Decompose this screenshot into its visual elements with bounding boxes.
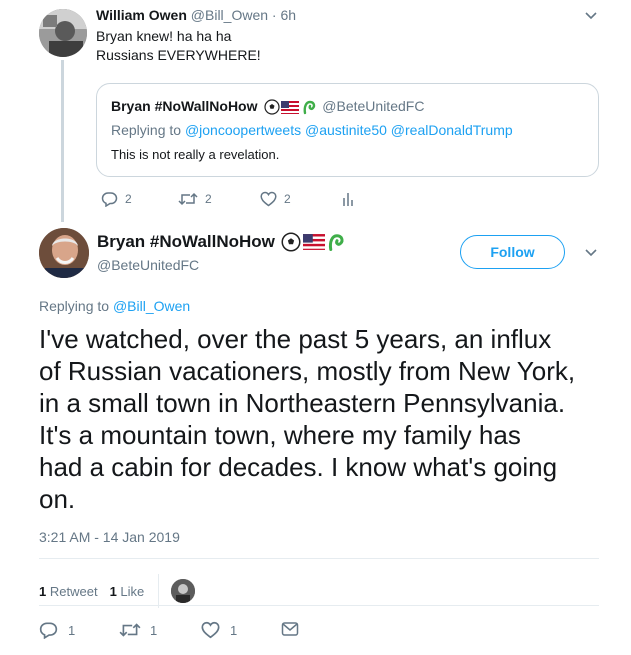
avatar[interactable] <box>39 228 89 278</box>
retweet-icon <box>119 623 141 637</box>
replying-label: Replying to <box>111 122 182 138</box>
like-icon <box>260 191 277 207</box>
tweet-text-line: had a cabin for decades. I know what's g… <box>39 452 558 482</box>
analytics-button[interactable] <box>341 191 355 207</box>
tweet-text-line: in a small town in Northeastern Pennsylv… <box>39 388 566 418</box>
like-button[interactable]: 1 <box>201 621 237 639</box>
tweet-time[interactable]: · 6h <box>272 7 296 23</box>
green-logo-icon <box>303 101 316 115</box>
reply-count: 1 <box>68 622 76 638</box>
analytics-icon <box>343 193 353 206</box>
retweet-stat[interactable]: 1 Retweet <box>39 584 98 599</box>
divider <box>158 574 160 608</box>
retweet-count: 1 <box>150 622 158 638</box>
tweet-text: Bryan knew! ha ha ha Russians EVERYWHERE… <box>96 27 261 65</box>
tweet-text-line: on. <box>39 484 76 514</box>
avatar[interactable] <box>39 9 87 57</box>
retweet-stat-label: Retweet <box>49 583 98 599</box>
quoted-tweet-header: Bryan #NoWallNoHow @BeteUnitedFC <box>111 98 424 115</box>
tweet-text-line: Russians EVERYWHERE! <box>96 47 261 63</box>
like-icon <box>201 621 220 639</box>
like-stat-label: Like <box>120 583 145 599</box>
author-handle[interactable]: @Bill_Owen <box>191 7 268 23</box>
replying-to-handle[interactable]: @Bill_Owen <box>113 298 190 314</box>
direct-message-button[interactable] <box>281 621 299 637</box>
thread-line <box>61 60 64 222</box>
retweet-button[interactable]: 2 <box>178 191 212 207</box>
chevron-down-icon[interactable] <box>585 249 597 257</box>
like-button[interactable]: 2 <box>260 191 291 207</box>
reply-button[interactable]: 1 <box>39 621 75 639</box>
replying-to: Replying to @Bill_Owen <box>39 298 190 314</box>
quoted-replying-to: Replying to @joncoopertweets @austinite5… <box>111 122 513 138</box>
us-flag-icon <box>302 234 325 250</box>
like-stat[interactable]: 1 Like <box>110 584 145 599</box>
retweet-icon <box>178 192 198 206</box>
chevron-down-icon[interactable] <box>585 12 597 20</box>
liker-avatar[interactable] <box>171 579 196 603</box>
retweet-count: 2 <box>205 192 212 206</box>
author-handle[interactable]: @BeteUnitedFC <box>97 257 199 273</box>
divider <box>39 558 599 559</box>
tweet-text-line: of Russian vacationers, mostly from New … <box>39 356 576 386</box>
tweet-header: William Owen @Bill_Owen · 6h <box>96 7 296 23</box>
follow-button[interactable]: Follow <box>460 235 565 269</box>
retweet-stat-count: 1 <box>39 583 47 599</box>
tweet-text-line: I've watched, over the past 5 years, an … <box>39 324 552 354</box>
like-stat-count: 1 <box>109 583 117 599</box>
reply-count: 2 <box>125 192 132 206</box>
reply-button[interactable]: 2 <box>101 191 132 207</box>
tweet-timestamp[interactable]: 3:21 AM - 14 Jan 2019 <box>39 529 180 545</box>
green-logo-icon <box>328 234 344 251</box>
tweet-text-line: It's a mountain town, where my family ha… <box>39 420 521 450</box>
main-tweet-text: I've watched, over the past 5 years, an … <box>39 323 609 515</box>
main-tweet-header: Bryan #NoWallNoHow <box>97 232 347 252</box>
soccer-ball-icon <box>264 99 280 115</box>
reply-icon <box>39 622 58 639</box>
quoted-tweet-card[interactable]: Bryan #NoWallNoHow @BeteUnitedFC Replyin… <box>96 83 599 177</box>
quoted-tweet-text: This is not really a revelation. <box>111 147 280 162</box>
quoted-author-name: Bryan #NoWallNoHow <box>111 98 258 114</box>
reply-icon <box>101 192 118 207</box>
soccer-ball-icon <box>281 232 301 252</box>
replying-to-handles: @joncoopertweets @austinite50 @realDonal… <box>184 122 513 138</box>
like-count: 1 <box>230 622 238 638</box>
replying-label: Replying to <box>39 298 110 314</box>
quoted-author-handle: @BeteUnitedFC <box>322 98 425 114</box>
author-name[interactable]: Bryan #NoWallNoHow <box>97 232 275 252</box>
us-flag-icon <box>281 100 300 114</box>
divider <box>39 605 599 606</box>
tweet-stats: 1 Retweet 1 Like <box>39 574 196 608</box>
message-icon <box>281 622 299 636</box>
author-name[interactable]: William Owen <box>96 7 187 23</box>
like-count: 2 <box>284 192 291 206</box>
retweet-button[interactable]: 1 <box>119 621 157 639</box>
tweet-text-line: Bryan knew! ha ha ha <box>96 28 232 44</box>
